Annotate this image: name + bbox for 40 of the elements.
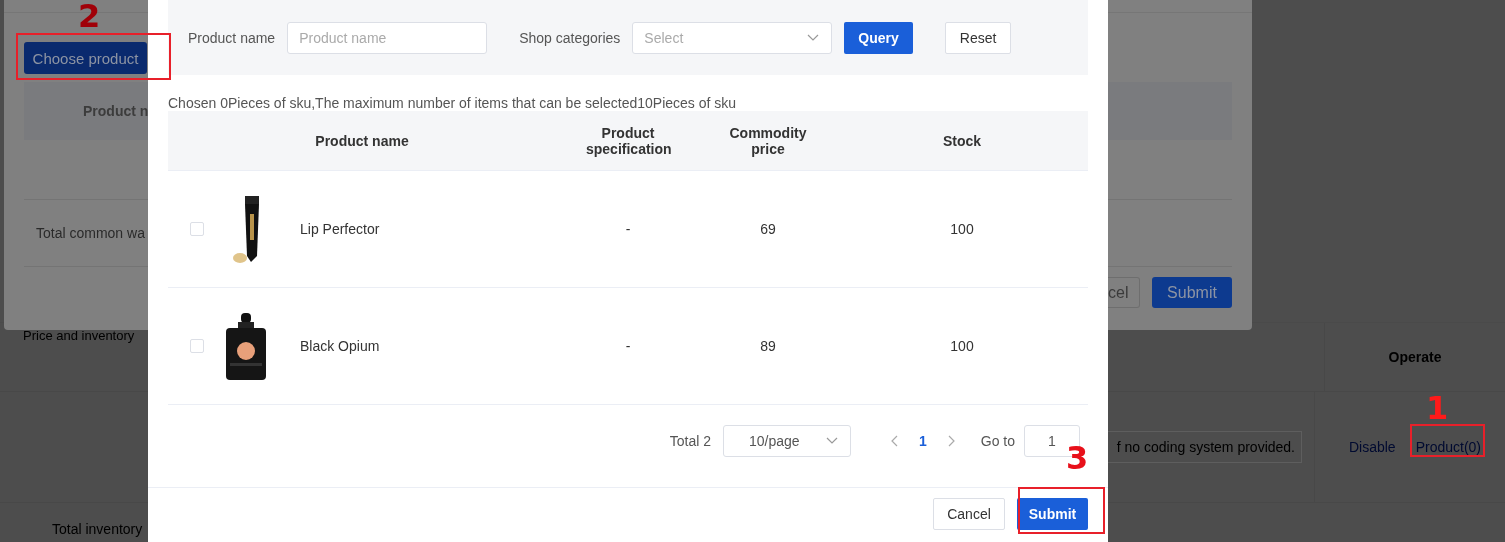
product-name-field[interactable]: Product name — [287, 21, 488, 54]
submit-button[interactable]: Submit — [1017, 498, 1088, 530]
filter-label: Product name — [188, 29, 276, 46]
previous-page-icon[interactable] — [890, 435, 899, 447]
checkbox[interactable] — [190, 222, 204, 236]
table-cell-text: 100 — [949, 221, 975, 237]
cancel-button[interactable]: cel — [1108, 277, 1140, 308]
column-header: Product n — [82, 103, 149, 119]
page-size-select[interactable]: 10/page — [722, 425, 851, 457]
filter-label: Shop categories — [519, 29, 621, 46]
column-header: Product specification — [585, 124, 673, 157]
choose-product-button[interactable]: Choose product — [24, 42, 147, 74]
submit-button[interactable]: Submit — [1152, 277, 1232, 308]
table-cell-text: 89 — [759, 338, 777, 354]
table-cell-text: 69 — [759, 221, 777, 237]
section-label: Price and inventory — [23, 328, 135, 343]
page-number[interactable]: 1 — [910, 433, 935, 449]
column-header: Product name — [314, 132, 410, 149]
chevron-down-icon — [807, 33, 820, 42]
chevron-down-icon — [825, 437, 838, 445]
reset-button[interactable]: Reset — [944, 21, 1012, 54]
total-count: Total 2 — [669, 433, 711, 449]
annotation-number: 1 — [1426, 392, 1449, 424]
table-cell-text: 100 — [949, 338, 975, 354]
product-name: Lip Perfector — [300, 221, 380, 237]
checkbox[interactable] — [190, 339, 204, 353]
table-cell-text: - — [624, 221, 632, 237]
section-label: Total inventory — [52, 521, 143, 537]
table-cell-text: - — [624, 338, 632, 354]
product-name: Black Opium — [300, 338, 380, 354]
column-header: Operate — [1388, 349, 1442, 365]
cancel-button[interactable]: Cancel — [933, 498, 1005, 530]
goto-label: Go to — [980, 433, 1015, 449]
query-button[interactable]: Query — [844, 21, 913, 54]
selection-info: Chosen 0Pieces of sku,The maximum number of items that can be selected10Pieces of sku — [168, 95, 738, 111]
column-header: Commodity price — [728, 124, 808, 157]
column-header: Stock — [941, 132, 983, 149]
row-label: Total common wa — [36, 225, 145, 241]
next-page-icon[interactable] — [946, 435, 955, 447]
annotation-number: 2 — [78, 0, 101, 32]
